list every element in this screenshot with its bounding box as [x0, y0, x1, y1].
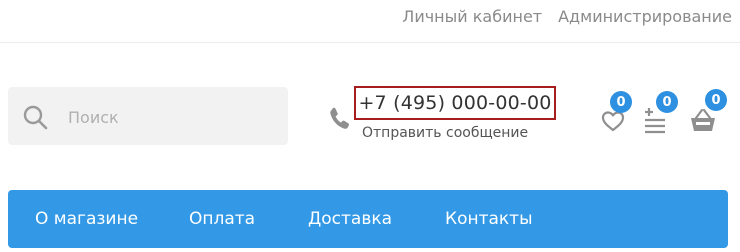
send-message-link[interactable]: Отправить сообщение	[362, 124, 528, 142]
nav-item-about[interactable]: О магазине	[35, 208, 138, 230]
administration-link[interactable]: Администрирование	[558, 6, 732, 28]
nav-item-contacts[interactable]: Контакты	[445, 208, 533, 230]
personal-account-link[interactable]: Личный кабинет	[402, 6, 542, 28]
main-nav: О магазине Оплата Доставка Контакты	[8, 190, 728, 248]
basket-icon[interactable]	[690, 107, 716, 133]
nav-item-payment[interactable]: Оплата	[189, 208, 255, 230]
page: Личный кабинет Администрирование +7 (495…	[0, 0, 740, 252]
favorites-count-badge: 0	[610, 91, 632, 113]
top-links: Личный кабинет Администрирование	[402, 6, 732, 28]
nav-item-delivery[interactable]: Доставка	[308, 208, 392, 230]
search-icon[interactable]	[22, 104, 48, 130]
phone-icon	[330, 107, 349, 129]
search-box[interactable]	[8, 87, 288, 145]
search-input[interactable]	[66, 104, 280, 130]
header-divider	[0, 42, 740, 43]
phone-number-link[interactable]: +7 (495) 000-00-00	[354, 86, 556, 120]
cart-count-badge: 0	[705, 89, 727, 111]
compare-count-badge: 0	[656, 91, 678, 113]
